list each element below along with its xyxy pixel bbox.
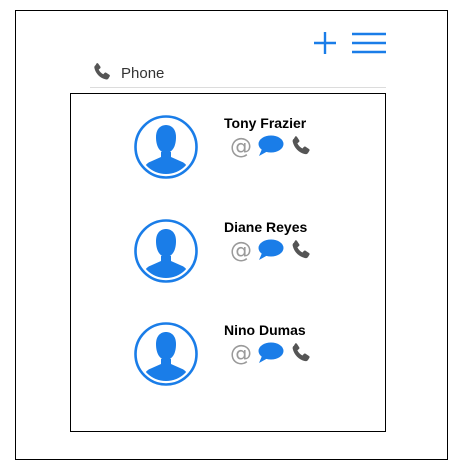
svg-text:@: @ xyxy=(230,342,252,366)
call-button[interactable] xyxy=(288,341,314,365)
phone-icon xyxy=(94,63,110,80)
call-button[interactable] xyxy=(288,238,314,262)
avatar-icon xyxy=(134,322,198,386)
contact-item[interactable]: Diane Reyes @ xyxy=(71,219,385,309)
svg-text:@: @ xyxy=(230,135,252,159)
contact-item[interactable]: Tony Frazier @ xyxy=(71,115,385,205)
contact-name: Diane Reyes xyxy=(224,219,308,235)
contact-list: Tony Frazier @ Diane Reyes @ Nino Dumas … xyxy=(70,93,386,432)
add-contact-button[interactable] xyxy=(313,31,337,55)
section-header: Phone xyxy=(90,61,386,88)
plus-icon xyxy=(314,32,336,54)
chat-button[interactable] xyxy=(257,134,284,158)
email-button[interactable]: @ xyxy=(229,134,253,159)
email-button[interactable]: @ xyxy=(229,238,253,263)
chat-button[interactable] xyxy=(257,341,284,365)
avatar-icon xyxy=(134,219,198,283)
contact-name: Nino Dumas xyxy=(224,322,306,338)
email-button[interactable]: @ xyxy=(229,341,253,366)
chat-button[interactable] xyxy=(257,238,284,262)
svg-text:@: @ xyxy=(230,239,252,263)
app-window: Phone Tony Frazier @ Diane Reyes @ Nino … xyxy=(15,10,448,460)
contact-name: Tony Frazier xyxy=(224,115,307,131)
section-title: Phone xyxy=(121,65,165,82)
avatar-icon xyxy=(134,115,198,179)
contact-item[interactable]: Nino Dumas @ xyxy=(71,322,385,412)
call-button[interactable] xyxy=(288,134,314,158)
menu-button[interactable] xyxy=(352,32,386,54)
hamburger-menu-icon xyxy=(352,32,386,54)
